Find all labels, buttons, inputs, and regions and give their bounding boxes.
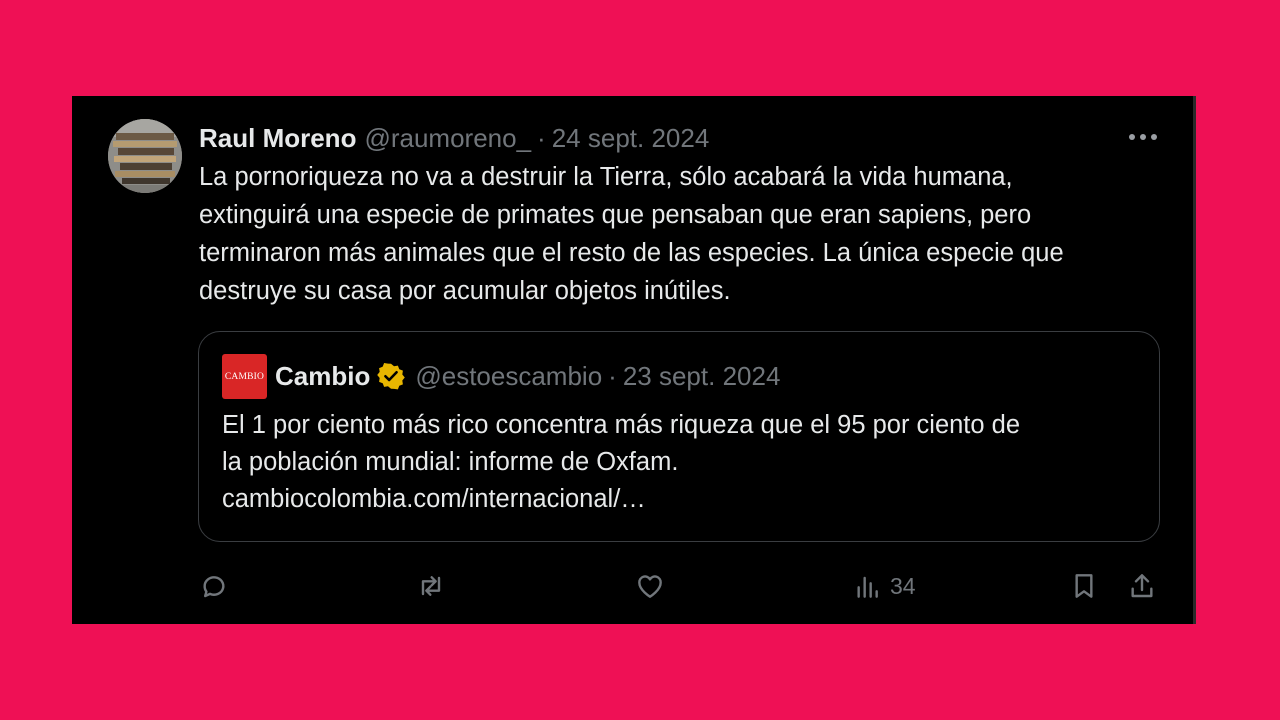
author-handle[interactable]: @raumoreno_ <box>364 122 531 154</box>
author-avatar[interactable] <box>108 119 182 193</box>
bookmark-icon <box>1075 574 1093 598</box>
quote-date[interactable]: 23 sept. 2024 <box>623 360 781 392</box>
quote-author-handle[interactable]: @estoescambio <box>415 360 602 392</box>
views-icon <box>857 576 878 598</box>
tweet-date[interactable]: 24 sept. 2024 <box>552 122 710 154</box>
quote-author-avatar[interactable]: CAMBIO <box>222 354 267 399</box>
quoted-tweet[interactable]: CAMBIO Cambio @estoescambio · 23 sept. 2… <box>198 331 1160 542</box>
tweet-text-line: extinguirá una especie de primates que p… <box>199 201 1032 229</box>
quote-text-line: la población mundial: informe de Oxfam. <box>222 448 679 476</box>
tweet-text-line: La pornoriqueza no va a destruir la Tier… <box>199 163 1013 191</box>
tweet-text-line: terminaron más animales que el resto de … <box>199 239 1064 267</box>
quote-header: Cambio @estoescambio · 23 sept. 2024 <box>275 360 780 392</box>
views-button[interactable]: 34 <box>852 566 916 606</box>
share-button[interactable] <box>1126 566 1158 606</box>
reply-button[interactable] <box>198 566 230 606</box>
like-icon <box>638 575 662 598</box>
author-name[interactable]: Raul Moreno <box>199 122 356 154</box>
cambio-logo-text: CAMBIO <box>224 371 265 382</box>
reply-icon <box>203 576 225 598</box>
bookmark-button[interactable] <box>1068 566 1100 606</box>
quote-header-separator: · <box>608 361 617 391</box>
quote-author-name[interactable]: Cambio <box>275 360 370 392</box>
more-options-icon[interactable] <box>1127 130 1159 144</box>
tweet-header: Raul Moreno @raumoreno_ · 24 sept. 2024 <box>199 122 709 154</box>
tweet-text-line: destruye su casa por acumular objetos in… <box>199 277 731 305</box>
retweet-button[interactable] <box>415 566 447 606</box>
tweet-card: Raul Moreno @raumoreno_ · 24 sept. 2024 … <box>72 96 1196 624</box>
quote-text: El 1 por ciento más rico concentra más r… <box>222 407 1122 518</box>
retweet-icon <box>421 576 441 596</box>
share-icon <box>1131 574 1153 598</box>
quote-text-line: El 1 por ciento más rico concentra más r… <box>222 411 1021 439</box>
views-count: 34 <box>890 572 916 599</box>
tweet-text: La pornoriqueza no va a destruir la Tier… <box>199 158 1179 310</box>
like-button[interactable] <box>634 566 666 606</box>
header-separator: · <box>537 123 546 153</box>
verified-badge-icon <box>377 363 406 390</box>
quote-link[interactable]: cambiocolombia.com/internacional/… <box>222 481 1122 518</box>
avatar-image <box>108 119 182 193</box>
